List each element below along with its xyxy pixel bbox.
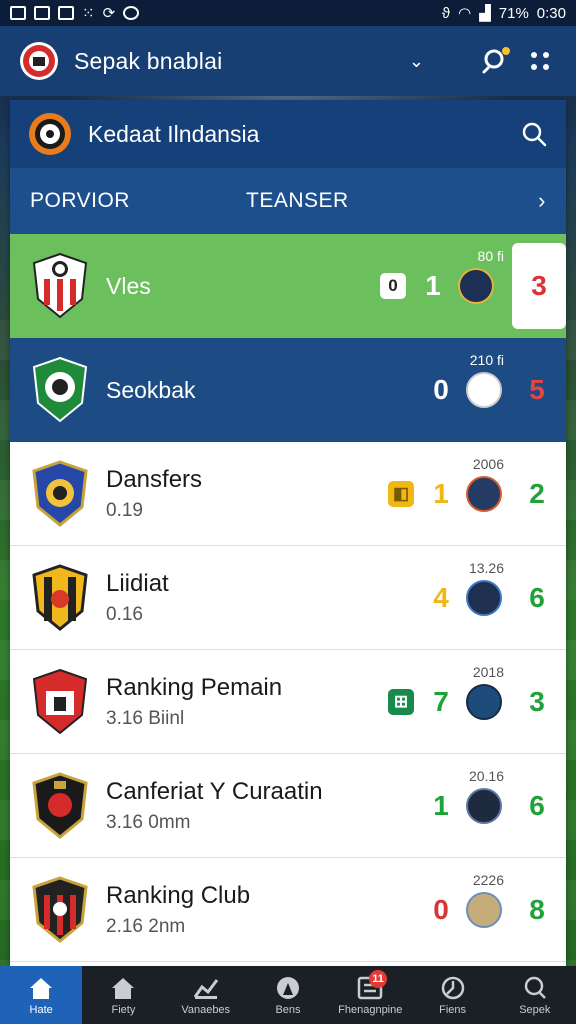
match-row[interactable]: Canferiat Y Curaatin 3.16 0mm 20.16 1 6 (10, 754, 566, 858)
opponent-crest-icon (466, 580, 502, 616)
score-away: 6 (529, 790, 545, 821)
chevron-down-icon[interactable]: ⌄ (409, 51, 424, 72)
score-home: 1 (425, 270, 441, 301)
score-area: 0 1 3 (380, 234, 566, 338)
standings-panel: Kedaat Ilndansia PORVIOR TEANSER › Vles … (10, 100, 566, 968)
tab-teanser[interactable]: TEANSER (246, 189, 538, 213)
nav-label: Bens (275, 1003, 301, 1016)
house-icon (112, 977, 135, 999)
league-logo-icon (29, 113, 71, 155)
opponent-crest-icon (466, 476, 502, 512)
score-away: 3 (531, 270, 547, 301)
score-away: 2 (529, 478, 545, 509)
nav-fiety[interactable]: Fiety (82, 966, 164, 1024)
grid-badge-icon: ⊞ (388, 689, 414, 715)
score-highlight: 3 (512, 243, 566, 329)
search-icon (524, 976, 546, 999)
message-icon (10, 6, 26, 20)
score-home: 1 (433, 790, 449, 821)
clock-icon (441, 976, 464, 999)
battery-level: 71% (498, 4, 529, 22)
draw-badge-icon: ◧ (388, 481, 414, 507)
more-grid-icon (531, 52, 549, 70)
opponent-crest-icon (458, 268, 494, 304)
app-title: Sepak bnablai (74, 47, 223, 74)
check-circle-icon (123, 6, 140, 20)
search-button[interactable] (478, 43, 514, 79)
opponent-crest-icon (466, 684, 502, 720)
team-crest-icon (32, 668, 88, 734)
nav-label: Sepek (519, 1003, 551, 1016)
search-icon[interactable] (520, 120, 548, 148)
chevron-right-icon[interactable]: › (538, 188, 546, 214)
match-row[interactable]: Ranking Pemain 3.16 Biinl 2018 ⊞ 7 3 (10, 650, 566, 754)
score-away: 3 (529, 686, 545, 717)
wifi-icon: ◠ (458, 4, 472, 22)
match-row[interactable]: Ranking Club 2.16 2nm 2226 0 8 (10, 858, 566, 962)
opponent-crest-icon (466, 372, 502, 408)
app-bar: Sepak bnablai ⌄ (0, 26, 576, 96)
score-area: 1 6 (428, 754, 566, 858)
score-home: 1 (433, 478, 449, 509)
clock: 0:30 (536, 4, 566, 22)
nav-label: Fiens (439, 1003, 466, 1016)
image-icon (34, 6, 50, 20)
team-crest-icon (32, 356, 88, 423)
team-crest-icon (32, 771, 88, 839)
bottom-navigation: Hate Fiety Vanaebes Bens 11 Fhenagnpine (0, 966, 576, 1024)
status-bar-system: ϑ ◠ ▟ 71% 0:30 (442, 5, 566, 22)
score-area: 0 8 (428, 858, 566, 962)
sync-icon: ⟳ (102, 4, 116, 22)
chart-icon (193, 978, 218, 999)
tab-bar: PORVIOR TEANSER › (10, 168, 566, 234)
score-area: ⊞ 7 3 (388, 650, 566, 754)
nav-fhenagnpine[interactable]: 11 Fhenagnpine (329, 966, 411, 1024)
score-area: 0 5 (428, 338, 566, 442)
tab-porvior[interactable]: PORVIOR (30, 189, 246, 213)
nav-home[interactable]: Hate (0, 966, 83, 1024)
status-bar-notifications: ⁙ ⟳ (10, 4, 140, 22)
nav-fiens[interactable]: Fiens (411, 966, 493, 1024)
match-row[interactable]: Dansfers 0.19 2006 ◧ 1 2 (10, 442, 566, 546)
match-row[interactable]: Seokbak 210 fi 0 5 (10, 338, 566, 442)
app-logo-icon[interactable] (18, 38, 60, 84)
score-away: 5 (529, 374, 545, 405)
score-home: 7 (433, 686, 449, 717)
opponent-crest-icon (466, 892, 502, 928)
league-title: Kedaat Ilndansia (88, 120, 260, 147)
team-crest-icon (32, 459, 88, 527)
nav-bens[interactable]: Bens (247, 966, 329, 1024)
notification-badge: 11 (369, 970, 388, 988)
grid-icon: ⁙ (82, 4, 95, 22)
ball-icon (276, 976, 299, 999)
signal-icon: ▟ (479, 4, 491, 22)
score-area: 4 6 (428, 546, 566, 650)
nav-label: Vanaebes (181, 1003, 231, 1016)
score-away: 8 (529, 894, 545, 925)
nav-vanaebes[interactable]: Vanaebes (165, 966, 247, 1024)
status-bar: ⁙ ⟳ ϑ ◠ ▟ 71% 0:30 (0, 0, 576, 26)
match-row[interactable]: Liidiat 0.16 13.26 4 6 (10, 546, 566, 650)
more-options-button[interactable] (522, 43, 558, 79)
score-home: 4 (433, 582, 449, 613)
team-crest-icon (32, 252, 88, 319)
team-crest-icon (32, 875, 88, 943)
nav-label: Fiety (111, 1003, 136, 1016)
opponent-crest-icon (466, 788, 502, 824)
score-area: ◧ 1 2 (388, 442, 566, 546)
score-badge: 0 (380, 273, 406, 299)
nav-label: Hate (29, 1003, 53, 1016)
nav-label: Fhenagnpine (338, 1003, 403, 1016)
nav-sepek[interactable]: Sepek (494, 966, 576, 1024)
score-home: 0 (433, 374, 449, 405)
score-away: 6 (529, 582, 545, 613)
team-crest-icon (32, 563, 88, 631)
gallery-icon (58, 6, 74, 20)
home-icon (30, 977, 53, 999)
score-home: 0 (433, 894, 449, 925)
league-header[interactable]: Kedaat Ilndansia (10, 100, 566, 168)
vibrate-icon: ϑ (441, 4, 451, 22)
search-icon (482, 47, 510, 74)
match-row[interactable]: Vles 80 fi 0 1 3 (10, 234, 566, 338)
